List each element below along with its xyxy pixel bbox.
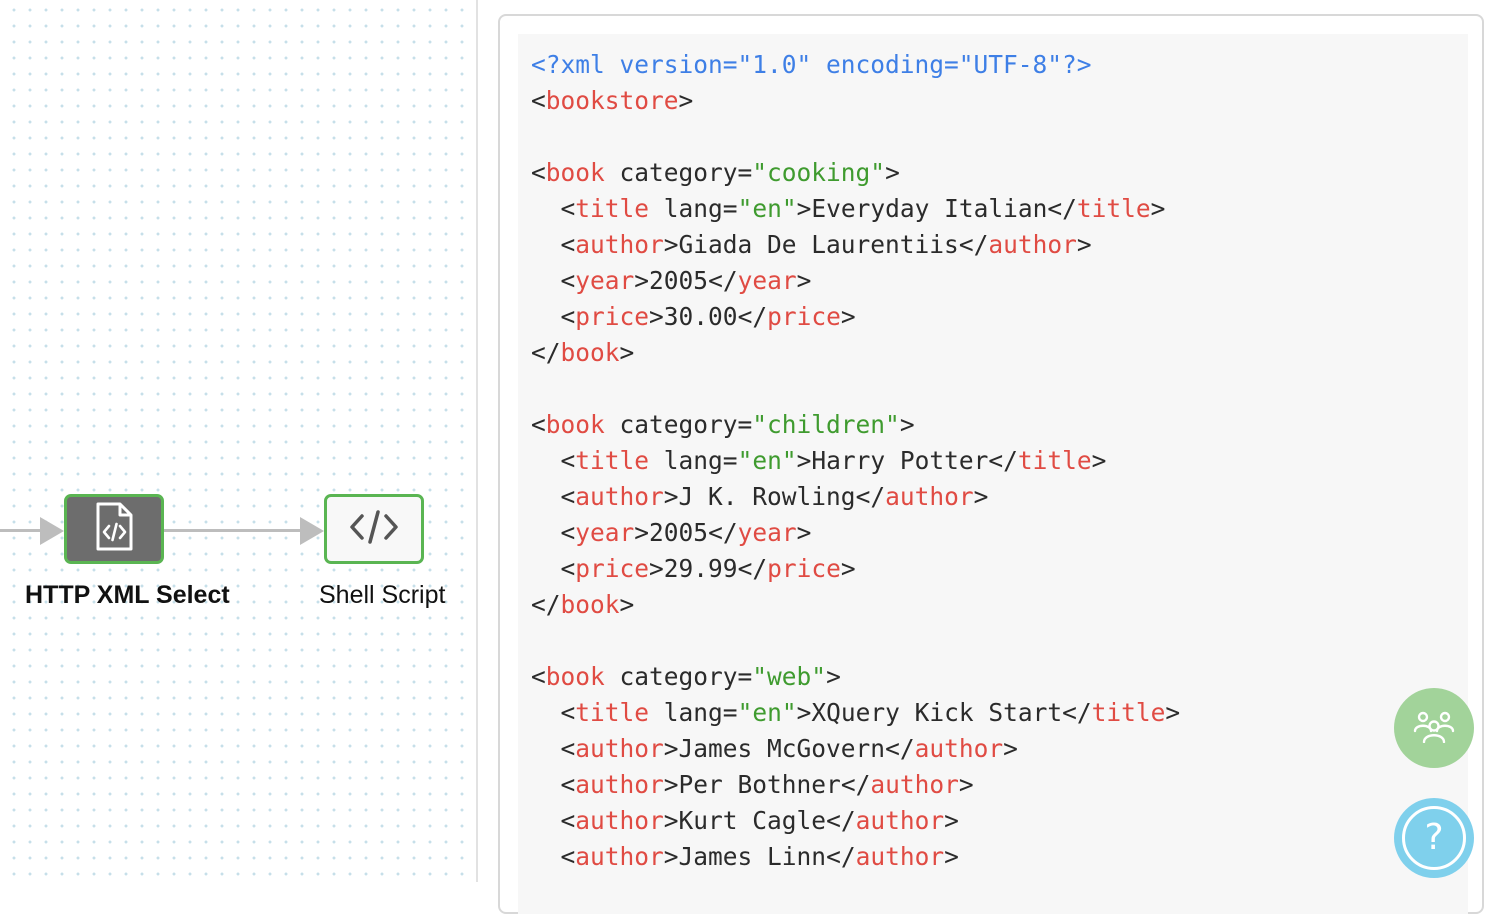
xml-attr-value: "children" bbox=[752, 410, 900, 439]
code-line: <author>James McGovern</author> bbox=[560, 734, 1018, 763]
code-line: <author>J K. Rowling</author> bbox=[560, 482, 989, 511]
xml-file-icon bbox=[93, 502, 135, 556]
xml-tag-name: author bbox=[855, 806, 945, 835]
code-line: </book> bbox=[531, 590, 635, 619]
xml-tag-name: author bbox=[575, 770, 664, 799]
code-line: <author>Kurt Cagle</author> bbox=[560, 806, 959, 835]
code-line: <?xml version="1.0" encoding="UTF-8"?> bbox=[531, 50, 1092, 79]
shell-script-node[interactable] bbox=[324, 494, 424, 564]
xml-tag-name: book bbox=[545, 410, 605, 439]
code-line: <author>Giada De Laurentiis</author> bbox=[560, 230, 1092, 259]
code-line: <year>2005</year> bbox=[560, 518, 812, 547]
workflow-canvas[interactable]: HTTP XML Select Shell Script bbox=[0, 0, 476, 882]
community-icon bbox=[1411, 709, 1457, 747]
code-line: <price>29.99</price> bbox=[560, 554, 856, 583]
code-line: <author>Per Bothner</author> bbox=[560, 770, 974, 799]
code-line: <book category="web"> bbox=[531, 662, 841, 691]
code-line: </book> bbox=[531, 338, 635, 367]
code-line: <author>James Linn</author> bbox=[560, 842, 959, 871]
xml-tag-name: year bbox=[575, 266, 635, 295]
xml-tag-name: author bbox=[870, 770, 959, 799]
help-button[interactable]: ? bbox=[1394, 798, 1474, 878]
http-xml-select-node[interactable] bbox=[64, 494, 164, 564]
help-icon: ? bbox=[1402, 806, 1466, 870]
xml-declaration: <?xml version="1.0" encoding="UTF-8"?> bbox=[531, 50, 1092, 79]
code-line: <title lang="en">XQuery Kick Start</titl… bbox=[560, 698, 1181, 727]
xml-tag-name: author bbox=[914, 734, 1004, 763]
xml-tag-name: title bbox=[1091, 698, 1166, 727]
xml-attr-value: "web" bbox=[752, 662, 827, 691]
code-line: <year>2005</year> bbox=[560, 266, 812, 295]
panel-divider[interactable] bbox=[476, 0, 478, 882]
connector-arrowhead bbox=[300, 517, 324, 545]
node-label-shell-script: Shell Script bbox=[319, 581, 446, 609]
node-label-http-xml-select: HTTP XML Select bbox=[25, 581, 230, 609]
xml-tag-name: price bbox=[575, 554, 650, 583]
xml-tag-name: book bbox=[560, 338, 620, 367]
community-button[interactable] bbox=[1394, 688, 1474, 768]
xml-tag-name: year bbox=[737, 266, 797, 295]
xml-tag-name: author bbox=[885, 482, 974, 511]
xml-code-view[interactable]: <?xml version="1.0" encoding="UTF-8"?> <… bbox=[518, 34, 1468, 914]
xml-tag-name: year bbox=[575, 518, 635, 547]
xml-tag-name: title bbox=[575, 446, 650, 475]
connector-in bbox=[0, 529, 40, 532]
xml-tag-name: title bbox=[575, 698, 650, 727]
xml-tag-name: title bbox=[1076, 194, 1151, 223]
connector-in-arrowhead bbox=[40, 517, 64, 545]
code-line: <price>30.00</price> bbox=[560, 302, 856, 331]
xml-tag-name: author bbox=[575, 842, 664, 871]
xml-tag-name: price bbox=[575, 302, 650, 331]
xml-attr-value: "en" bbox=[737, 194, 797, 223]
output-panel: <?xml version="1.0" encoding="UTF-8"?> <… bbox=[498, 14, 1484, 914]
xml-tag-name: author bbox=[988, 230, 1077, 259]
code-line: <title lang="en">Everyday Italian</title… bbox=[560, 194, 1166, 223]
code-line: <title lang="en">Harry Potter</title> bbox=[560, 446, 1107, 475]
code-line: <book category="children"> bbox=[531, 410, 915, 439]
xml-tag-name: book bbox=[545, 158, 605, 187]
code-line: <book category="cooking"> bbox=[531, 158, 900, 187]
xml-tag-name: author bbox=[575, 806, 664, 835]
connector-http-to-shell bbox=[164, 529, 301, 532]
xml-tag-name: title bbox=[1017, 446, 1092, 475]
xml-tag-name: author bbox=[575, 482, 664, 511]
help-symbol: ? bbox=[1424, 817, 1444, 858]
code-line: <bookstore> bbox=[531, 86, 694, 115]
xml-tag-name: book bbox=[545, 662, 605, 691]
xml-tag-name: author bbox=[575, 230, 664, 259]
xml-attr-value: "en" bbox=[737, 698, 797, 727]
xml-tag-name: price bbox=[767, 554, 841, 583]
xml-code-text: <?xml version="1.0" encoding="UTF-8"?> <… bbox=[518, 34, 1468, 875]
xml-tag-name: price bbox=[767, 302, 841, 331]
xml-tag-name: bookstore bbox=[545, 86, 679, 115]
xml-tag-name: author bbox=[575, 734, 664, 763]
xml-tag-name: author bbox=[855, 842, 945, 871]
xml-tag-name: book bbox=[560, 590, 620, 619]
code-icon bbox=[348, 507, 400, 551]
xml-attr-value: "en" bbox=[737, 446, 797, 475]
xml-attr-value: "cooking" bbox=[752, 158, 886, 187]
xml-tag-name: year bbox=[737, 518, 797, 547]
xml-tag-name: title bbox=[575, 194, 650, 223]
